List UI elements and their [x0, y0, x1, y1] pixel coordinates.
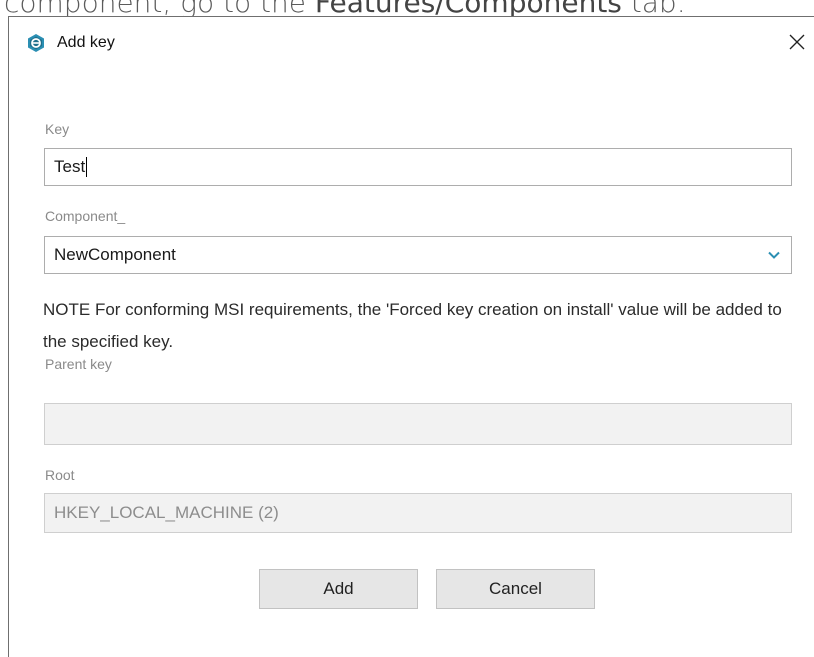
key-input[interactable]: Test	[44, 148, 792, 186]
close-button[interactable]	[779, 25, 814, 59]
key-label: Key	[45, 121, 70, 137]
text-cursor	[86, 157, 88, 177]
chevron-down-icon	[768, 251, 780, 259]
title-bar: Add key	[9, 17, 814, 67]
root-value: HKEY_LOCAL_MACHINE (2)	[54, 503, 279, 522]
cancel-button[interactable]: Cancel	[436, 569, 595, 609]
app-logo-icon	[28, 34, 44, 52]
root-label: Root	[45, 467, 75, 483]
root-input: HKEY_LOCAL_MACHINE (2)	[44, 493, 792, 533]
parent-key-input	[44, 403, 792, 445]
dialog-title: Add key	[57, 34, 115, 51]
component-select-value: NewComponent	[54, 245, 176, 264]
close-icon	[789, 34, 805, 50]
component-select[interactable]: NewComponent	[44, 236, 792, 274]
key-input-value: Test	[54, 157, 86, 176]
add-key-dialog: Add key Key Test Component_ NewComponent…	[8, 16, 814, 657]
parent-key-label: Parent key	[45, 356, 112, 372]
add-button[interactable]: Add	[259, 569, 418, 609]
component-label: Component_	[45, 208, 126, 224]
msi-note-text: NOTE For conforming MSI requirements, th…	[43, 300, 782, 351]
